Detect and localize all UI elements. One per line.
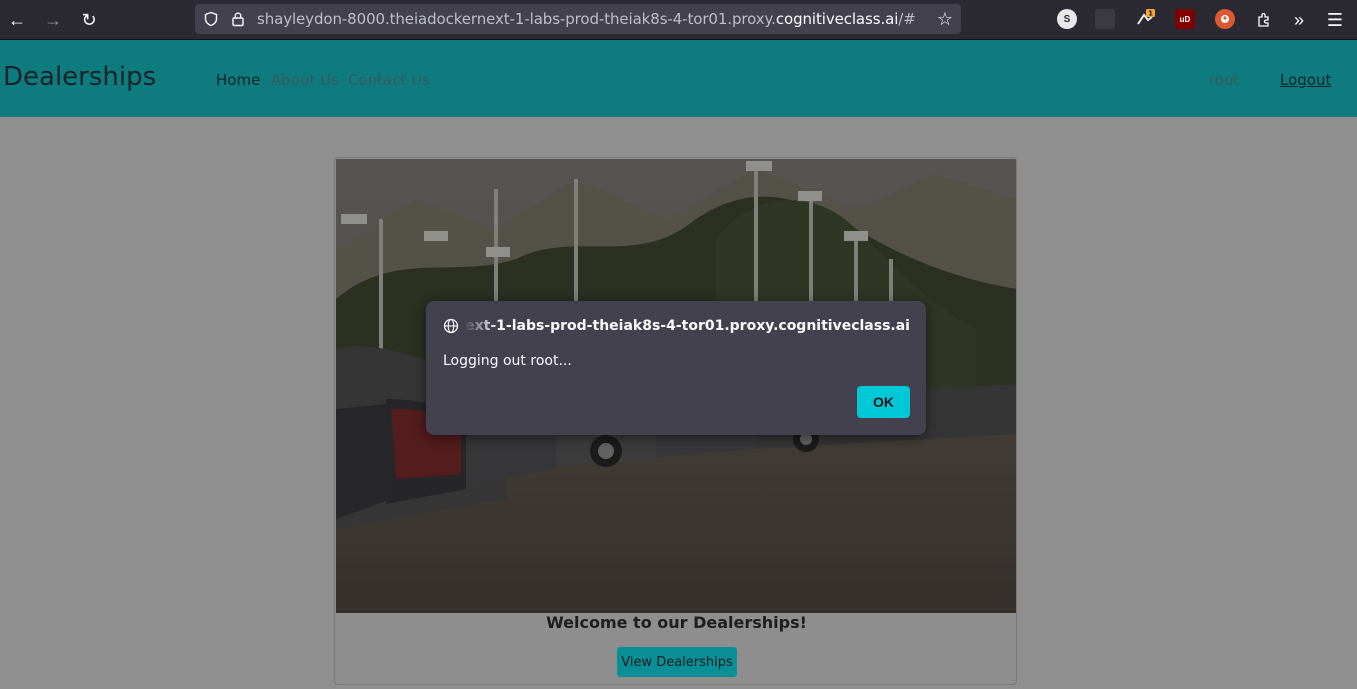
bookmark-star-icon[interactable]: ☆ — [937, 9, 953, 30]
current-user: root — [1209, 71, 1240, 89]
lock-icon[interactable] — [230, 11, 246, 27]
overflow-chevron-icon[interactable]: » — [1287, 8, 1311, 32]
nav-home[interactable]: Home — [216, 71, 260, 89]
reload-icon[interactable]: ↻ — [77, 8, 101, 32]
alert-dialog: dockernext-1-labs-prod-theiak8s-4-tor01.… — [426, 301, 926, 435]
origin-fade — [464, 315, 498, 337]
url-bar[interactable]: shayleydon-8000.theiadockernext-1-labs-p… — [195, 4, 961, 34]
svg-text:1: 1 — [1148, 10, 1153, 18]
dialog-origin: dockernext-1-labs-prod-theiak8s-4-tor01.… — [466, 318, 910, 334]
welcome-heading: Welcome to our Dealerships! — [546, 613, 807, 632]
s-extension-icon[interactable]: S — [1057, 9, 1077, 29]
back-icon[interactable]: ← — [5, 8, 29, 32]
logout-link[interactable]: Logout — [1280, 71, 1331, 89]
duckduckgo-icon[interactable] — [1215, 9, 1235, 29]
extensions-puzzle-icon[interactable] — [1252, 8, 1276, 32]
ok-button[interactable]: OK — [857, 386, 910, 418]
ublock-origin-icon[interactable]: uD — [1175, 9, 1195, 29]
browser-toolbar: ← → ↻ shayleydon-8000.theiadockernext-1-… — [0, 0, 1357, 40]
shield-icon[interactable] — [203, 11, 219, 27]
site-navbar: Dealerships Home About Us Contact Us roo… — [0, 40, 1357, 117]
badge-extension-icon[interactable]: 1 — [1135, 9, 1155, 29]
url-text[interactable]: shayleydon-8000.theiadockernext-1-labs-p… — [257, 10, 916, 28]
forward-icon[interactable]: → — [41, 8, 65, 32]
view-dealerships-button[interactable]: View Dealerships — [617, 647, 737, 677]
extension-gray-icon[interactable] — [1095, 9, 1115, 29]
hamburger-menu-icon[interactable]: ☰ — [1323, 8, 1347, 32]
globe-icon — [443, 318, 459, 334]
brand-title[interactable]: Dealerships — [3, 62, 156, 92]
dialog-message: Logging out root... — [443, 353, 572, 369]
nav-contact-us[interactable]: Contact Us — [348, 71, 430, 89]
nav-about-us[interactable]: About Us — [271, 71, 339, 89]
